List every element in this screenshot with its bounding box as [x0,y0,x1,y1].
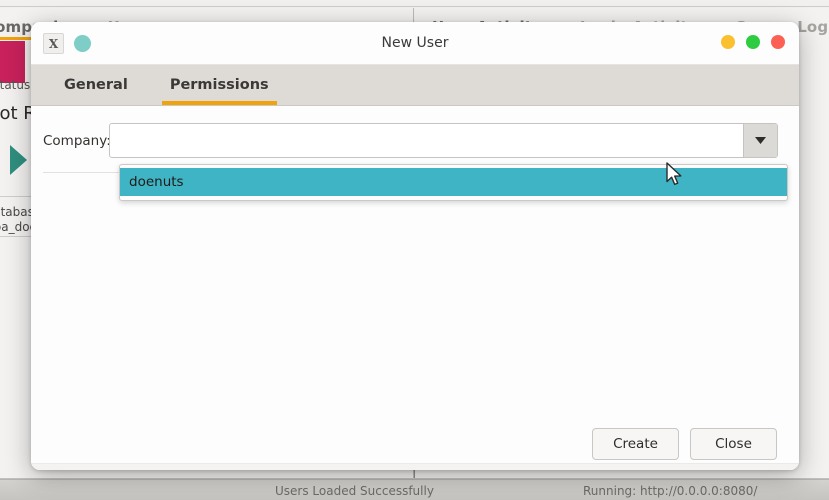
background-divider-2 [0,236,32,237]
chevron-down-icon[interactable] [743,124,777,157]
status-bar-left-message: Users Loaded Successfully [275,484,434,498]
dialog-button-row: Create Close [592,428,777,460]
company-combobox[interactable] [109,123,778,158]
window-controls [721,35,785,49]
background-status-label: Status: [0,78,35,92]
tab-permissions[interactable]: Permissions [161,65,277,105]
dropdown-option-doenuts[interactable]: doenuts [120,168,787,196]
dialog-footer: Create Close [31,420,799,470]
company-field-row: Company: [31,123,799,158]
new-user-dialog: X New User General Permissions Company: [31,22,799,470]
dialog-titlebar[interactable]: X New User [31,22,799,65]
minimize-button[interactable] [721,35,735,49]
background-top-rule [0,6,829,7]
screen: Companies Users Status: Not Running Data… [0,0,829,500]
close-button[interactable] [771,35,785,49]
dialog-tab-strip: General Permissions [31,65,799,105]
company-label: Company: [43,132,111,149]
company-dropdown-list[interactable]: doenuts [119,164,788,201]
company-input[interactable] [110,124,743,157]
close-dialog-button[interactable]: Close [690,428,777,460]
play-triangle-icon[interactable] [10,145,27,175]
dialog-body: Company: doenuts [31,105,799,420]
background-banner [0,41,25,83]
maximize-button[interactable] [746,35,760,49]
background-status-bar: Users Loaded Successfully Running: http:… [0,479,829,500]
dialog-title: New User [381,35,449,51]
tab-general[interactable]: General [56,65,136,105]
status-bar-right-message: Running: http://0.0.0.0:8080/ [583,484,758,498]
dialog-resize-strip [31,463,799,470]
create-button[interactable]: Create [592,428,679,460]
background-divider [0,196,32,197]
